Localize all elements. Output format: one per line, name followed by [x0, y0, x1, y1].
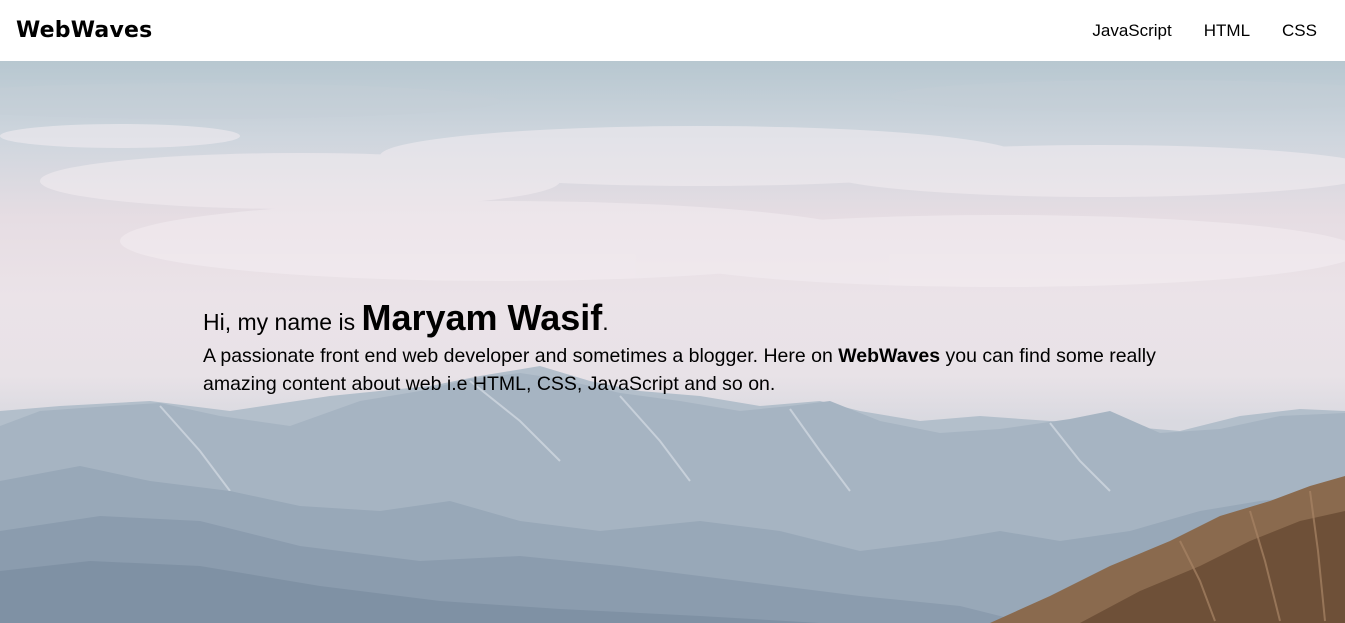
bio-text: A passionate front end web developer and…: [203, 342, 1163, 398]
nav-link-javascript[interactable]: JavaScript: [1092, 21, 1171, 41]
author-name: Maryam Wasif: [361, 297, 603, 338]
hero-section: Hi, my name is Maryam Wasif. A passionat…: [0, 61, 1345, 623]
greeting-prefix: Hi, my name is: [203, 309, 362, 335]
greeting-suffix: .: [602, 309, 609, 335]
nav-link-html[interactable]: HTML: [1204, 21, 1250, 41]
bio-text-before: A passionate front end web developer and…: [203, 345, 839, 367]
hero-intro: Hi, my name is Maryam Wasif. A passionat…: [203, 298, 1163, 398]
brand-logo[interactable]: WebWaves: [16, 18, 152, 43]
navbar: WebWaves JavaScript HTML CSS: [0, 0, 1345, 61]
greeting-line: Hi, my name is Maryam Wasif.: [203, 298, 1163, 342]
nav-link-css[interactable]: CSS: [1282, 21, 1317, 41]
bio-brand-name: WebWaves: [838, 345, 941, 367]
nav-links: JavaScript HTML CSS: [1092, 21, 1317, 41]
